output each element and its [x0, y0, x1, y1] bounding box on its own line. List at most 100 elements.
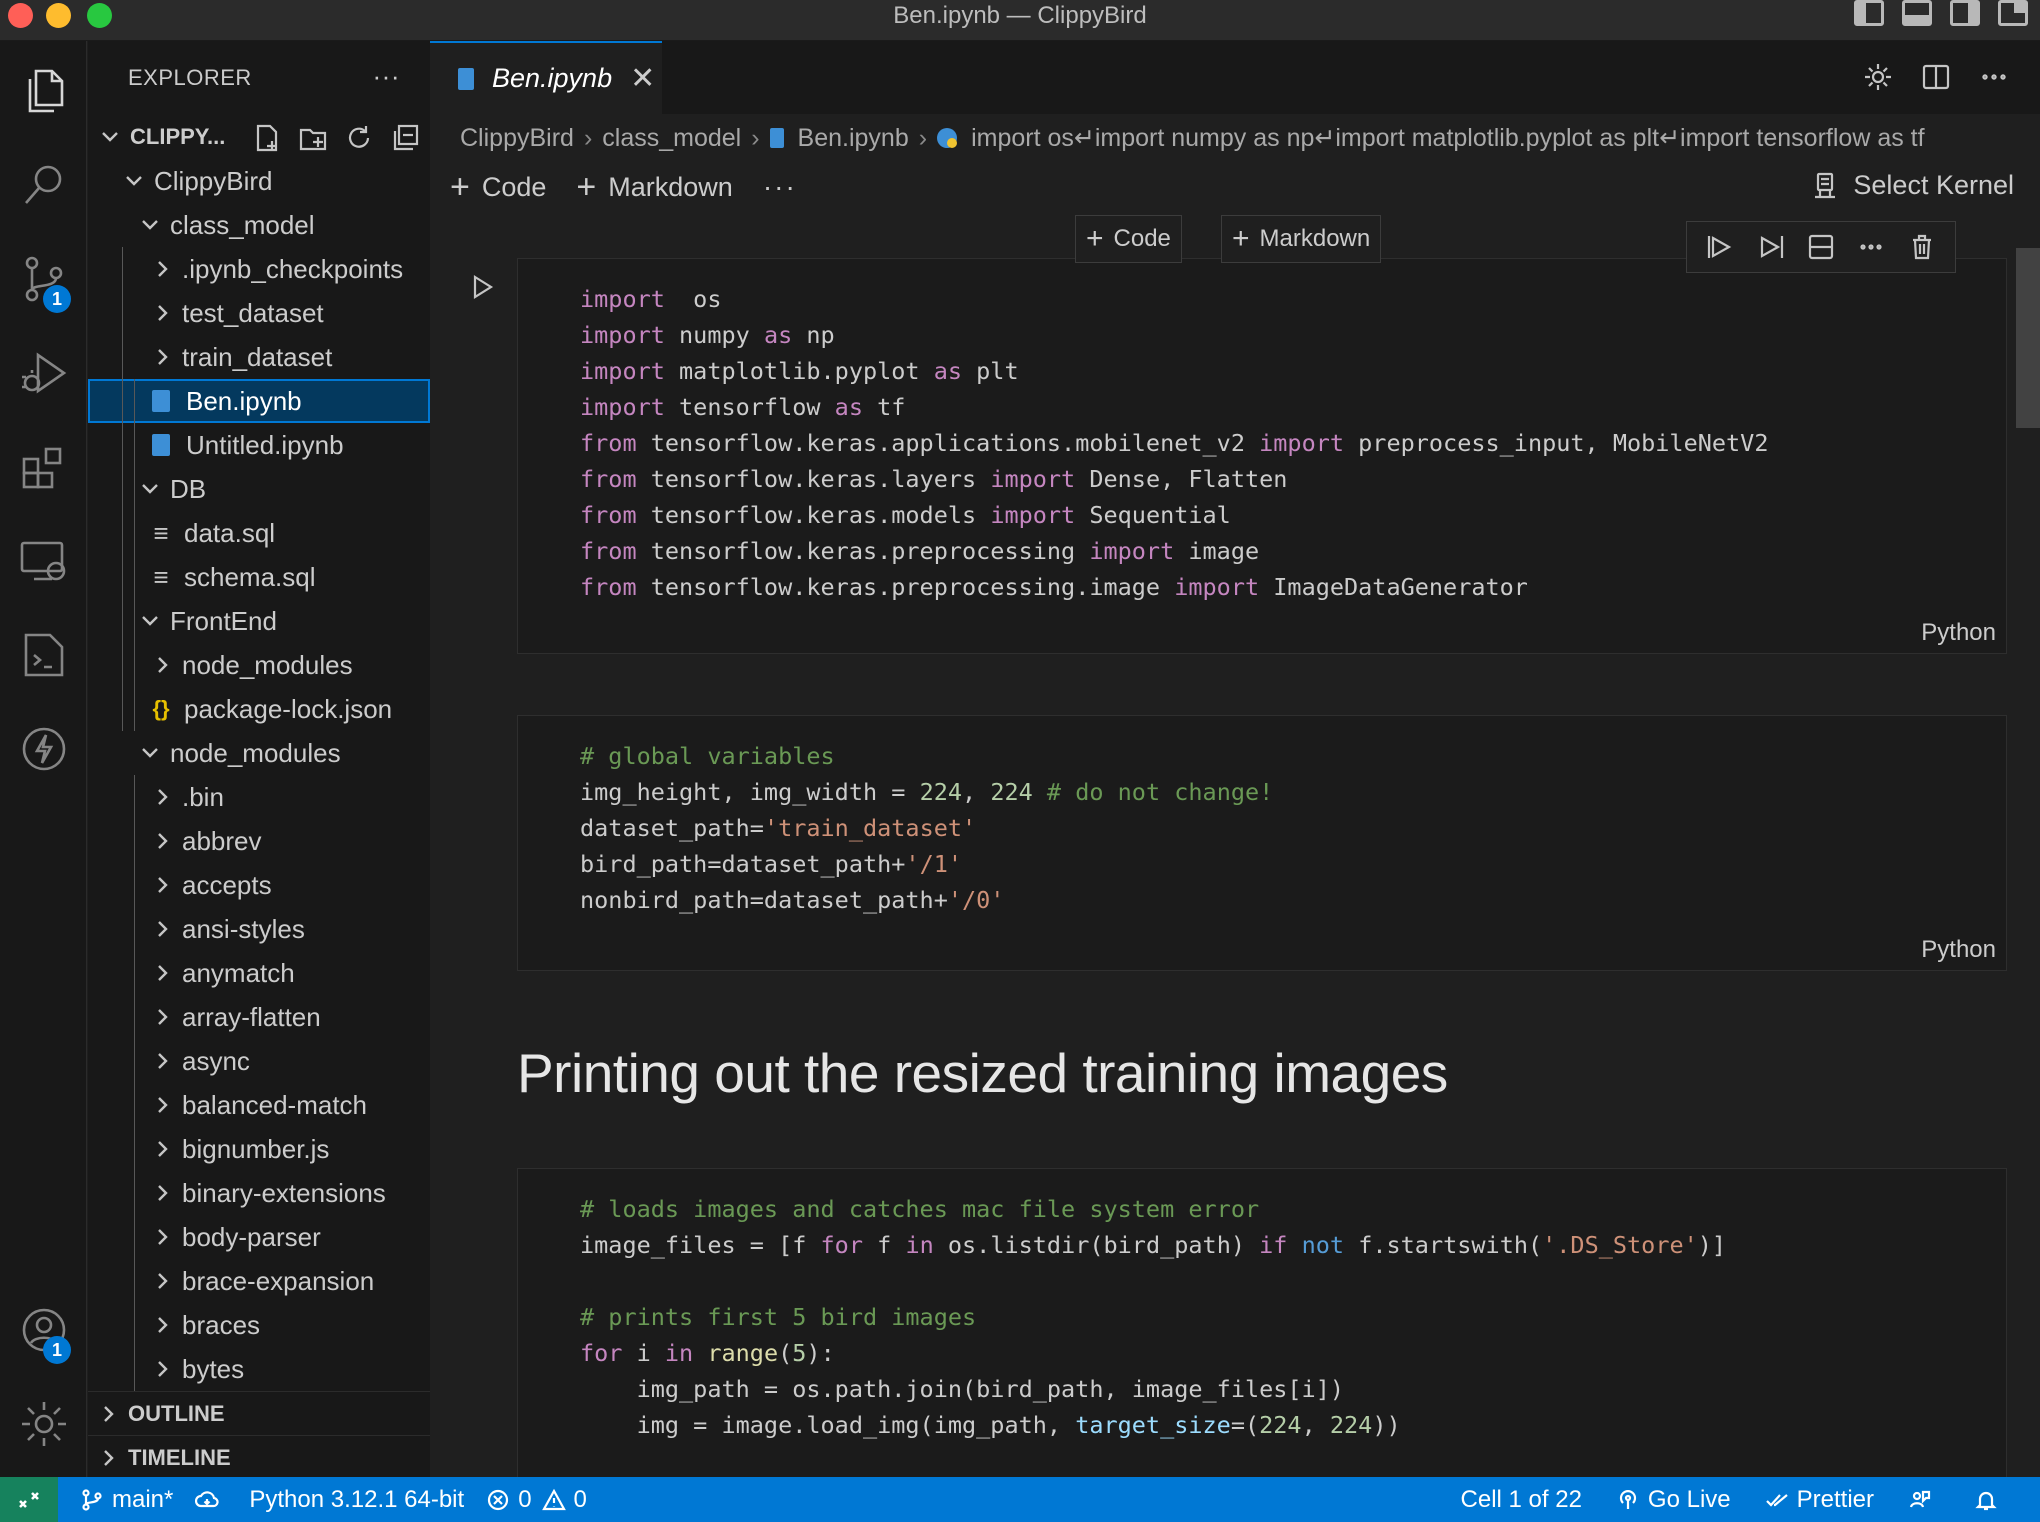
- code-cell[interactable]: # global variables img_height, img_width…: [517, 715, 2007, 971]
- insert-code-label: Code: [1113, 225, 1171, 252]
- tree-item[interactable]: FrontEnd: [88, 599, 430, 643]
- tree-item[interactable]: array-flatten: [88, 995, 430, 1039]
- run-above-icon[interactable]: [1705, 232, 1735, 262]
- split-cell-icon[interactable]: [1806, 232, 1836, 262]
- tree-item[interactable]: braces: [88, 1303, 430, 1347]
- breadcrumb-item[interactable]: class_model: [602, 124, 741, 153]
- tree-item[interactable]: test_dataset: [88, 291, 430, 335]
- timeline-section[interactable]: TIMELINE: [88, 1435, 430, 1479]
- feedback-button[interactable]: [1908, 1488, 1940, 1512]
- tree-item[interactable]: node_modules: [88, 731, 430, 775]
- tree-item[interactable]: async: [88, 1039, 430, 1083]
- lightning-icon[interactable]: [0, 709, 87, 789]
- python-interpreter-status[interactable]: Python 3.12.1 64-bit: [249, 1486, 464, 1514]
- code-editor[interactable]: # global variables img_height, img_width…: [518, 716, 2006, 918]
- tree-item[interactable]: Untitled.ipynb: [88, 423, 430, 467]
- extensions-icon[interactable]: [0, 427, 87, 507]
- tree-item[interactable]: bignumber.js: [88, 1127, 430, 1171]
- editor-area: Ben.ipynb ✕ ClippyBird › class_model › B…: [430, 41, 2040, 1477]
- notebook-icon: [152, 390, 170, 412]
- markdown-heading[interactable]: Printing out the resized training images: [517, 1041, 1448, 1105]
- tree-item[interactable]: ≡ data.sql: [88, 511, 430, 555]
- split-editor-icon[interactable]: [1920, 61, 1952, 93]
- code-editor[interactable]: import os import numpy as np import matp…: [518, 259, 2006, 605]
- terminal-icon[interactable]: [0, 615, 87, 695]
- tree-item[interactable]: ≡ schema.sql: [88, 555, 430, 599]
- toggle-primary-sidebar-icon[interactable]: [1854, 0, 1884, 26]
- code-token: ):: [806, 1339, 835, 1367]
- insert-code-cell-button[interactable]: + Code: [1075, 215, 1182, 263]
- remote-explorer-icon[interactable]: [0, 521, 87, 601]
- code-cell[interactable]: # loads images and catches mac file syst…: [517, 1168, 2007, 1477]
- prettier-status[interactable]: Prettier: [1765, 1486, 1874, 1514]
- notebook-more-button[interactable]: ···: [763, 171, 797, 203]
- search-icon[interactable]: [0, 145, 87, 225]
- explorer-more-button[interactable]: ···: [373, 61, 400, 92]
- new-folder-icon[interactable]: [298, 123, 328, 153]
- code-token: from: [580, 465, 637, 493]
- tree-item[interactable]: bytes: [88, 1347, 430, 1391]
- collapse-all-icon[interactable]: [390, 123, 420, 153]
- close-icon[interactable]: ✕: [630, 61, 655, 96]
- tree-item[interactable]: .bin: [88, 775, 430, 819]
- cell-language[interactable]: Python: [1921, 936, 1996, 964]
- tree-item[interactable]: body-parser: [88, 1215, 430, 1259]
- cell-position-status[interactable]: Cell 1 of 22: [1461, 1486, 1582, 1514]
- new-file-icon[interactable]: [252, 123, 282, 153]
- tree-item[interactable]: accepts: [88, 863, 430, 907]
- code-cell[interactable]: + Code + Markdown import os import numpy…: [473, 215, 2007, 654]
- problems-status[interactable]: 0 0: [486, 1486, 587, 1514]
- notebook-scrollbar[interactable]: [2016, 248, 2040, 428]
- delete-cell-icon[interactable]: [1907, 232, 1937, 262]
- tree-item[interactable]: balanced-match: [88, 1083, 430, 1127]
- go-live-button[interactable]: Go Live: [1616, 1486, 1731, 1514]
- run-below-icon[interactable]: [1756, 232, 1786, 262]
- tree-item[interactable]: ansi-styles: [88, 907, 430, 951]
- cell-language[interactable]: Python: [1921, 619, 1996, 647]
- tree-item[interactable]: ClippyBird: [88, 159, 430, 203]
- code-editor[interactable]: # loads images and catches mac file syst…: [518, 1169, 2006, 1443]
- run-cell-button[interactable]: [468, 273, 496, 301]
- toggle-secondary-sidebar-icon[interactable]: [1950, 0, 1980, 26]
- tree-item[interactable]: {} package-lock.json: [88, 687, 430, 731]
- more-icon[interactable]: [1856, 232, 1886, 262]
- tree-item[interactable]: brace-expansion: [88, 1259, 430, 1303]
- insert-markdown-cell-button[interactable]: + Markdown: [1221, 215, 1382, 263]
- tree-item[interactable]: anymatch: [88, 951, 430, 995]
- tab-ben-ipynb[interactable]: Ben.ipynb ✕: [430, 41, 662, 114]
- breadcrumb-symbol[interactable]: import os↵import numpy as np↵import matp…: [971, 123, 1924, 153]
- workspace-root[interactable]: CLIPPY...: [88, 115, 430, 159]
- refresh-icon[interactable]: [344, 123, 374, 153]
- gear-icon[interactable]: [0, 1384, 87, 1464]
- notifications-button[interactable]: [1974, 1488, 2006, 1512]
- source-control-icon[interactable]: 1: [0, 239, 87, 319]
- more-actions-icon[interactable]: [1978, 61, 2010, 93]
- customize-layout-icon[interactable]: [1998, 0, 2028, 26]
- tree-item[interactable]: binary-extensions: [88, 1171, 430, 1215]
- tree-item[interactable]: DB: [88, 467, 430, 511]
- tree-item[interactable]: node_modules: [88, 643, 430, 687]
- tree-item[interactable]: .ipynb_checkpoints: [88, 247, 430, 291]
- tree-item-label: bytes: [182, 1353, 245, 1384]
- remote-indicator[interactable]: [0, 1477, 58, 1522]
- add-code-cell-button[interactable]: + Code: [450, 168, 546, 207]
- outline-section[interactable]: OUTLINE: [88, 1391, 430, 1435]
- accounts-badge: 1: [43, 1336, 71, 1364]
- sync-status[interactable]: [195, 1488, 227, 1512]
- tree-item[interactable]: train_dataset: [88, 335, 430, 379]
- select-kernel-button[interactable]: Select Kernel: [1811, 170, 2014, 201]
- git-branch-icon: [82, 1488, 102, 1511]
- settings-gear-icon[interactable]: [1862, 61, 1894, 93]
- breadcrumb-item[interactable]: Ben.ipynb: [798, 124, 909, 153]
- tree-item[interactable]: class_model: [88, 203, 430, 247]
- explorer-icon[interactable]: [0, 51, 87, 131]
- breadcrumb-item[interactable]: ClippyBird: [460, 124, 574, 153]
- run-debug-icon[interactable]: [0, 333, 87, 413]
- accounts-icon[interactable]: 1: [0, 1290, 87, 1370]
- tree-item[interactable]: abbrev: [88, 819, 430, 863]
- toggle-panel-icon[interactable]: [1902, 0, 1932, 26]
- add-markdown-cell-button[interactable]: + Markdown: [576, 168, 732, 207]
- tree-item[interactable]: Ben.ipynb: [88, 379, 430, 423]
- code-token: Sequential: [1075, 501, 1231, 529]
- git-branch-status[interactable]: main*: [80, 1486, 173, 1514]
